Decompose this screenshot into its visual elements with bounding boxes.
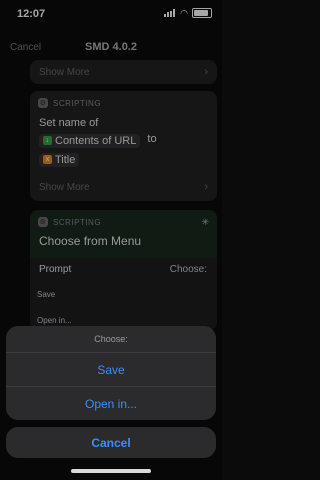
home-indicator bbox=[71, 469, 151, 473]
action-sheet-cancel-button[interactable]: Cancel bbox=[6, 427, 216, 458]
action-sheet-option-open-in[interactable]: Open in... bbox=[6, 386, 216, 420]
action-sheet-option-save[interactable]: Save bbox=[6, 353, 216, 386]
action-sheet: Choose: Save Open in... bbox=[6, 326, 216, 420]
action-sheet-title: Choose: bbox=[6, 326, 216, 353]
